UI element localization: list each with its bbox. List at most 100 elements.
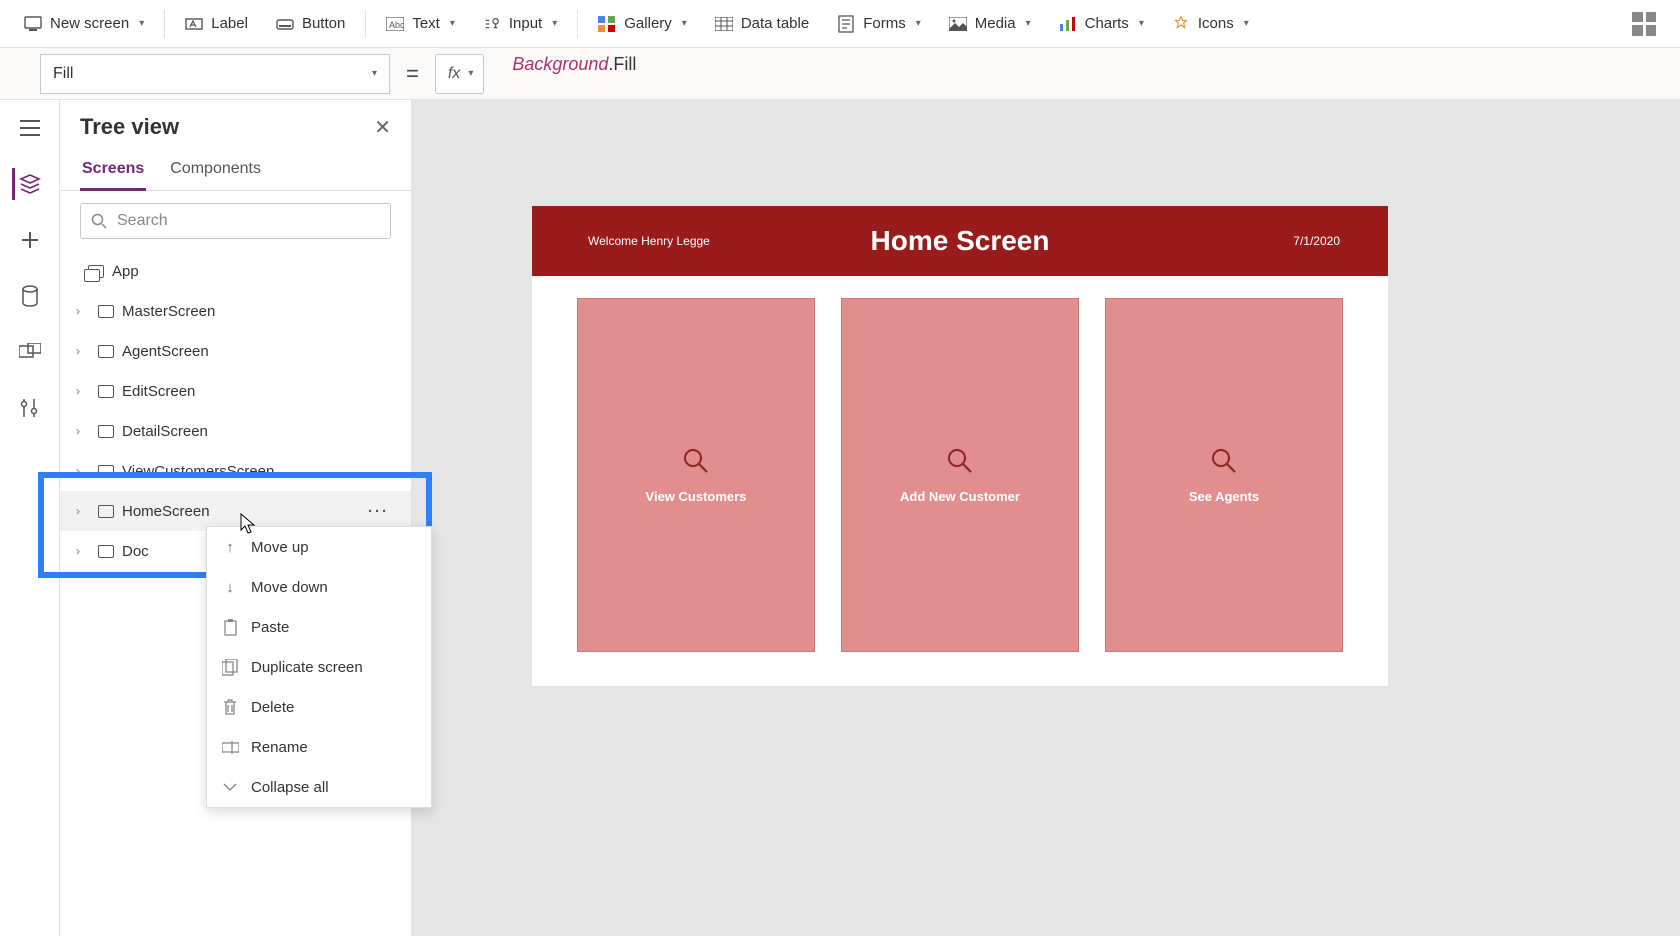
media-rail-button[interactable] <box>14 336 46 368</box>
fx-button[interactable]: fx ▾ <box>435 54 484 94</box>
insert-toolbar: New screen ▾ Label Button Abc Text ▾ Inp… <box>0 0 1680 48</box>
chevron-right-icon: › <box>76 384 90 398</box>
tools-rail-button[interactable] <box>14 392 46 424</box>
insert-rail-button[interactable] <box>14 224 46 256</box>
media-button[interactable]: Media ▾ <box>937 9 1043 39</box>
chevron-right-icon: › <box>76 504 90 518</box>
toolbar-label: Input <box>509 15 542 32</box>
search-icon <box>91 213 107 229</box>
toolbar-label: Label <box>211 15 248 32</box>
screen-icon <box>98 385 114 398</box>
label-button[interactable]: Label <box>173 9 260 39</box>
forms-button[interactable]: Forms ▾ <box>825 9 933 39</box>
hamburger-icon[interactable] <box>14 112 46 144</box>
arrow-up-icon: ↑ <box>221 539 239 556</box>
chevron-down-icon: ▾ <box>468 68 473 79</box>
tile-see-agents[interactable]: See Agents <box>1105 298 1343 652</box>
search-input[interactable]: Search <box>80 203 391 239</box>
ctx-label: Rename <box>251 739 308 756</box>
tile-label: See Agents <box>1189 489 1259 504</box>
ctx-duplicate[interactable]: Duplicate screen <box>207 647 431 687</box>
app-title: Home Screen <box>871 225 1050 257</box>
close-icon[interactable]: ✕ <box>374 115 391 140</box>
chevron-down-icon: ▾ <box>682 18 687 29</box>
button-button[interactable]: Button <box>264 9 357 39</box>
app-canvas[interactable]: Welcome Henry Legge Home Screen 7/1/2020… <box>532 206 1388 686</box>
screen-icon <box>98 345 114 358</box>
input-button[interactable]: Input ▾ <box>471 9 569 39</box>
new-screen-button[interactable]: New screen ▾ <box>12 9 156 39</box>
charts-button[interactable]: Charts ▾ <box>1047 9 1156 39</box>
ctx-label: Delete <box>251 699 294 716</box>
ctx-paste[interactable]: Paste <box>207 607 431 647</box>
grid-icon <box>1632 12 1656 36</box>
label-icon <box>185 15 203 33</box>
fx-label: fx <box>448 65 460 83</box>
charts-icon <box>1059 15 1077 33</box>
left-rail <box>0 100 60 936</box>
tree-item-app[interactable]: App <box>60 251 411 291</box>
gallery-button[interactable]: Gallery ▾ <box>586 9 699 39</box>
tab-components[interactable]: Components <box>168 150 263 190</box>
tree-item-editscreen[interactable]: › EditScreen <box>60 371 411 411</box>
ctx-label: Move down <box>251 579 328 596</box>
ctx-rename[interactable]: Rename <box>207 727 431 767</box>
ctx-collapse-all[interactable]: Collapse all <box>207 767 431 807</box>
tile-add-customer[interactable]: Add New Customer <box>841 298 1079 652</box>
ctx-delete[interactable]: Delete <box>207 687 431 727</box>
tree-item-label: AgentScreen <box>122 343 209 360</box>
toolbar-label: Data table <box>741 15 809 32</box>
screen-icon <box>98 305 114 318</box>
chevron-right-icon: › <box>76 304 90 318</box>
chevron-down-icon: ▾ <box>1026 18 1031 29</box>
data-rail-button[interactable] <box>14 280 46 312</box>
more-options-icon[interactable]: ··· <box>368 503 389 520</box>
tree-item-agentscreen[interactable]: › AgentScreen <box>60 331 411 371</box>
formula-input[interactable]: Background.Fill <box>500 54 1680 94</box>
chevron-right-icon: › <box>76 344 90 358</box>
tiles-row: View Customers Add New Customer See Agen… <box>532 276 1388 652</box>
property-selector[interactable]: Fill ▾ <box>40 54 390 94</box>
toolbar-label: Media <box>975 15 1016 32</box>
toolbar-label: Gallery <box>624 15 672 32</box>
ctx-move-down[interactable]: ↓ Move down <box>207 567 431 607</box>
canvas-area[interactable]: Welcome Henry Legge Home Screen 7/1/2020… <box>412 100 1680 936</box>
toolbar-label: New screen <box>50 15 129 32</box>
tree-item-homescreen[interactable]: › HomeScreen ··· <box>60 491 411 531</box>
tile-label: View Customers <box>646 489 747 504</box>
tree-item-viewcustomersscreen[interactable]: › ViewCustomersScreen <box>60 451 411 491</box>
ctx-move-up[interactable]: ↑ Move up <box>207 527 431 567</box>
forms-icon <box>837 15 855 33</box>
tree-item-label: DetailScreen <box>122 423 208 440</box>
tree-view-title: Tree view <box>80 114 179 140</box>
tree-item-label: Doc <box>122 543 149 560</box>
toolbar-overflow[interactable] <box>1620 6 1668 42</box>
tab-screens[interactable]: Screens <box>80 150 146 191</box>
ctx-label: Collapse all <box>251 779 329 796</box>
screen-icon <box>98 465 114 478</box>
icons-button[interactable]: Icons ▾ <box>1160 9 1261 39</box>
arrow-down-icon: ↓ <box>221 579 239 596</box>
tree-item-label: HomeScreen <box>122 503 210 520</box>
tree-view-rail-button[interactable] <box>12 168 44 200</box>
tree-item-label: MasterScreen <box>122 303 215 320</box>
toolbar-label: Forms <box>863 15 906 32</box>
toolbar-label: Text <box>412 15 440 32</box>
chevron-down-icon: ▾ <box>916 18 921 29</box>
chevron-right-icon: › <box>76 544 90 558</box>
formula-member-token: .Fill <box>608 54 636 74</box>
tile-view-customers[interactable]: View Customers <box>577 298 815 652</box>
context-menu: ↑ Move up ↓ Move down Paste Duplicate sc… <box>206 526 432 808</box>
tree-item-masterscreen[interactable]: › MasterScreen <box>60 291 411 331</box>
data-table-button[interactable]: Data table <box>703 9 821 39</box>
tree-item-detailscreen[interactable]: › DetailScreen <box>60 411 411 451</box>
text-button[interactable]: Abc Text ▾ <box>374 9 467 39</box>
tree-item-label: ViewCustomersScreen <box>122 463 274 480</box>
chevron-right-icon: › <box>76 424 90 438</box>
app-date: 7/1/2020 <box>1293 234 1340 248</box>
app-icon <box>88 265 104 278</box>
search-icon <box>682 447 710 475</box>
tree-view-panel: Tree view ✕ Screens Components Search Ap… <box>60 100 412 936</box>
formula-bar: Fill ▾ = fx ▾ Background.Fill <box>0 48 1680 100</box>
search-placeholder: Search <box>117 212 168 230</box>
